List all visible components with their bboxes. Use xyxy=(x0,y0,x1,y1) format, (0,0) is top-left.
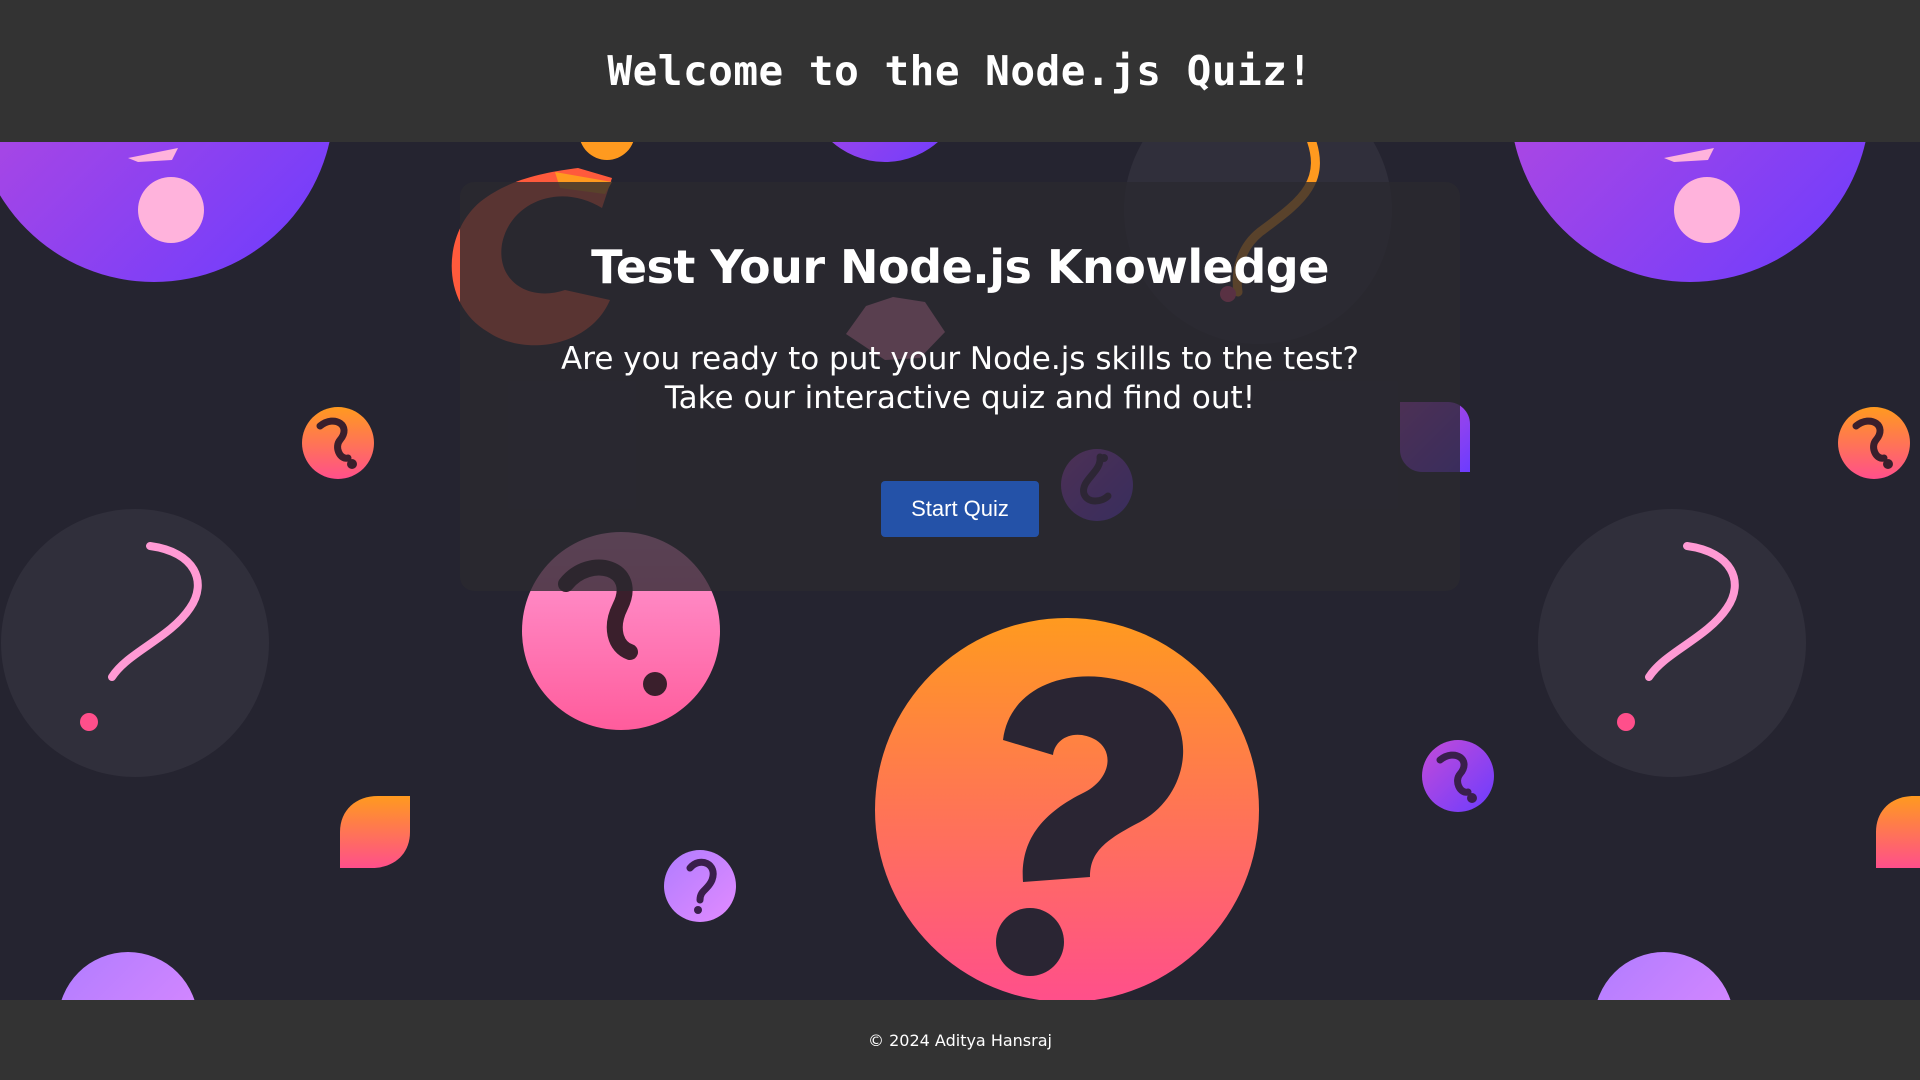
question-mark-icon xyxy=(1,509,269,777)
question-mark-icon xyxy=(1538,509,1806,777)
leaf-decoration xyxy=(340,796,410,868)
circle-decoration xyxy=(61,952,195,1000)
question-mark-icon xyxy=(302,407,374,479)
site-title: Welcome to the Node.js Quiz! xyxy=(607,47,1313,95)
site-header: Welcome to the Node.js Quiz! xyxy=(0,0,1920,142)
question-mark-icon xyxy=(1514,142,1866,282)
description-line: Are you ready to put your Node.js skills… xyxy=(561,341,1359,377)
circle-decoration xyxy=(832,142,938,162)
circle-decoration xyxy=(1597,952,1731,1000)
card-heading: Test Your Node.js Knowledge xyxy=(591,240,1329,294)
question-mark-icon xyxy=(0,142,330,282)
circle-decoration xyxy=(580,142,634,160)
start-quiz-button[interactable]: Start Quiz xyxy=(881,481,1039,537)
copyright-text: © 2024 Aditya Hansraj xyxy=(868,1030,1052,1050)
site-footer: © 2024 Aditya Hansraj xyxy=(0,1000,1920,1080)
quiz-intro-card: Test Your Node.js Knowledge Are you read… xyxy=(460,182,1460,591)
question-mark-icon xyxy=(875,618,1259,1000)
leaf-decoration xyxy=(1876,796,1920,868)
question-mark-icon xyxy=(1838,407,1910,479)
question-mark-icon xyxy=(1422,740,1494,812)
description-line: Take our interactive quiz and find out! xyxy=(664,380,1256,416)
question-mark-icon xyxy=(664,850,736,922)
card-description: Are you ready to put your Node.js skills… xyxy=(460,340,1460,418)
